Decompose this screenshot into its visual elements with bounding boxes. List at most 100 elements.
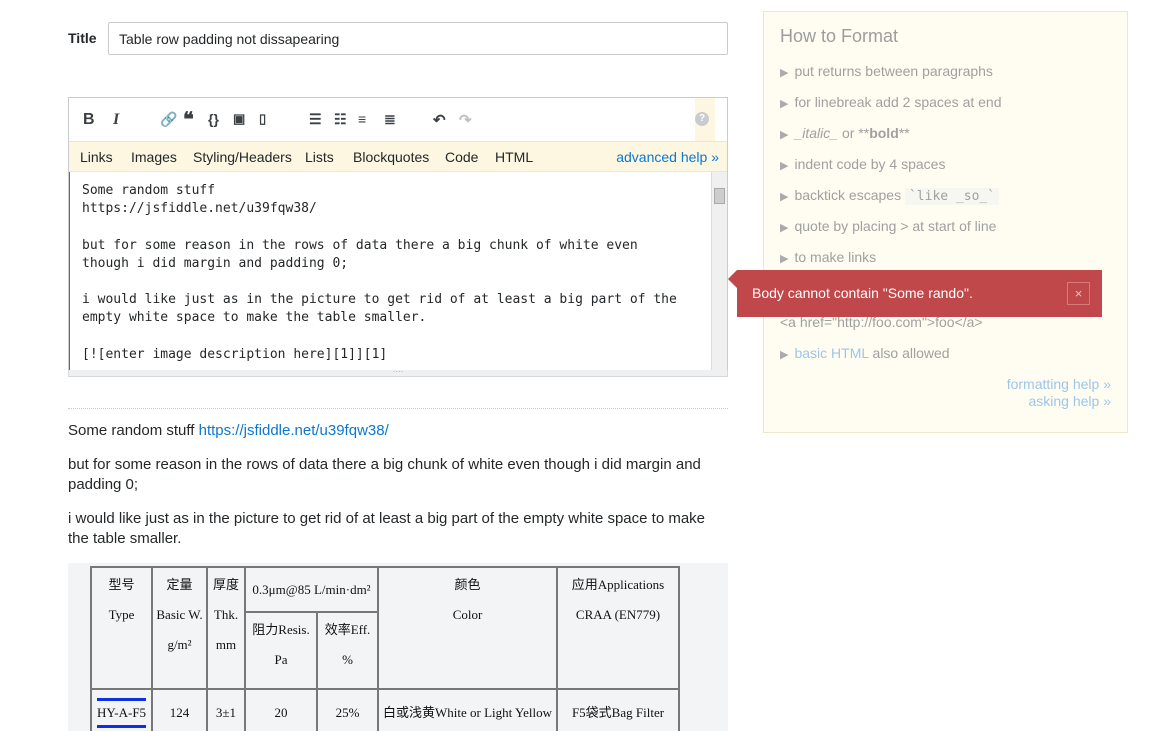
italic-icon[interactable]: I	[113, 111, 119, 129]
text: indent code by 4 spaces	[794, 156, 946, 172]
text: for linebreak add 2 spaces at end	[794, 94, 1002, 110]
text: 定量	[166, 577, 193, 592]
help-html[interactable]: HTML	[495, 149, 533, 165]
format-tip: ▶ basic HTML also allowed	[780, 345, 950, 361]
format-tip: ▶ put returns between paragraphs	[780, 63, 993, 79]
help-lists[interactable]: Lists	[305, 149, 334, 165]
undo-icon[interactable]: ↶	[433, 111, 446, 129]
markdown-editor: B I 🔗 ❝ {} ▣ ▯ ☰ ☷ ≡ ≣ ↶ ↷ ? Links Image…	[68, 97, 728, 371]
snippet-icon[interactable]: ▯	[259, 111, 266, 127]
redo-icon[interactable]: ↷	[459, 111, 472, 129]
formatting-help-link[interactable]: formatting help »	[1007, 376, 1111, 392]
text: 效率Eff.	[324, 622, 371, 637]
help-button[interactable]: ?	[695, 98, 715, 141]
text: HY-A-F5	[96, 698, 147, 728]
table-cell: 型号 Type	[90, 566, 153, 690]
table-cell: 颜色 Color	[377, 566, 558, 690]
horizontal-rule-icon[interactable]: ≣	[384, 111, 396, 128]
title-input[interactable]	[108, 22, 728, 55]
table-cell: 124	[151, 688, 208, 731]
spec-table: 型号 Type 定量 Basic W. g/m² 厚度 Thk. mm 0.3μm@85 …	[90, 566, 680, 731]
text: ▶	[780, 160, 789, 172]
bulleted-list-icon[interactable]: ☷	[334, 111, 347, 128]
text: ▶	[780, 253, 789, 265]
text: Color	[452, 607, 483, 622]
text: CRAA (EN779)	[575, 607, 661, 622]
bold-icon[interactable]: B	[83, 111, 95, 129]
help-links[interactable]: Links	[80, 149, 113, 165]
text: 阻力Resis.	[252, 622, 310, 637]
blockquote-icon[interactable]: ❝	[183, 107, 194, 132]
table-cell: 定量 Basic W. g/m²	[151, 566, 208, 690]
close-icon[interactable]: ×	[1067, 282, 1090, 305]
advanced-help-link[interactable]: advanced help »	[616, 149, 719, 165]
text: g/m²	[167, 637, 192, 652]
scrollbar-thumb[interactable]	[714, 188, 725, 204]
text: ▶	[780, 129, 789, 141]
numbered-list-icon[interactable]: ☰	[309, 111, 322, 128]
format-tip: ▶ to make links	[780, 249, 876, 265]
link-icon[interactable]: 🔗	[160, 111, 177, 128]
help-bar: Links Images Styling/Headers Lists Block…	[69, 141, 727, 172]
table-cell: 应用Applications CRAA (EN779)	[556, 566, 680, 690]
help-code[interactable]: Code	[445, 149, 478, 165]
table-cell: 阻力Resis. Pa	[244, 611, 318, 690]
text: 颜色	[454, 577, 481, 592]
basic-html-link[interactable]: basic HTML	[794, 345, 868, 361]
help-images[interactable]: Images	[131, 149, 177, 165]
preview-link[interactable]: https://jsfiddle.net/u39fqw38/	[199, 422, 389, 439]
text: 型号	[108, 577, 135, 592]
tooltip-arrow	[728, 270, 737, 288]
resize-grip[interactable]: ····	[68, 368, 728, 377]
panel-title: How to Format	[780, 26, 899, 46]
textarea-scrollbar[interactable]	[711, 172, 727, 370]
table-cell: 0.3μm@85 L/min·dm²	[244, 566, 379, 613]
image-icon[interactable]: ▣	[233, 111, 245, 127]
text: Pa	[274, 652, 288, 667]
text: Thk.	[213, 607, 239, 622]
preview-paragraph: Some random stuff https://jsfiddle.net/u…	[68, 421, 728, 441]
asking-help-link[interactable]: asking help »	[1028, 393, 1111, 409]
table-row: HY-A-F5 124 3±1 20 25% 白或浅黄White or Ligh…	[90, 688, 680, 731]
table-cell: 效率Eff.%	[316, 611, 379, 690]
table-cell: HY-A-F5	[90, 688, 153, 731]
how-to-format-panel: How to Format ▶ put returns between parag…	[763, 11, 1128, 433]
text: 应用Applications	[571, 577, 665, 592]
table-cell: 白或浅黄White or Light Yellow	[377, 688, 558, 731]
text: ▶	[780, 222, 789, 234]
preview-paragraph: but for some reason in the rows of data …	[68, 456, 701, 493]
help-blockquotes[interactable]: Blockquotes	[353, 149, 429, 165]
table-cell: 3±1	[206, 688, 246, 731]
text: _italic_	[794, 125, 839, 141]
body-text[interactable]: Some random stuff https://jsfiddle.net/u…	[82, 183, 677, 362]
text: ▶	[780, 349, 789, 361]
format-tip: ▶ indent code by 4 spaces	[780, 156, 945, 172]
help-icon: ?	[695, 112, 709, 126]
preview-divider	[68, 408, 728, 409]
text: **	[858, 125, 870, 141]
text: 厚度	[212, 577, 239, 592]
text: ▶	[780, 67, 789, 79]
text: 型号 Type 定量 Basic W. g/m² 厚度 Thk. mm 0.3μm@85 …	[90, 566, 680, 690]
text: Some random stuff	[68, 422, 199, 439]
text: **	[898, 125, 910, 141]
text: Basic W.	[156, 607, 203, 622]
error-message: Body cannot contain "Some rando".	[752, 285, 973, 301]
text: 型号 Type 定量 Basic W. g/m² 厚度 Thk. mm 0.3μm@85 …	[90, 566, 680, 731]
editor-toolbar: B I 🔗 ❝ {} ▣ ▯ ☰ ☷ ≡ ≣ ↶ ↷ ?	[69, 98, 727, 141]
code-icon[interactable]: {}	[208, 111, 219, 127]
table-cell: F5袋式Bag Filter	[556, 688, 680, 731]
text: put returns between paragraphs	[794, 63, 993, 79]
heading-icon[interactable]: ≡	[358, 111, 366, 127]
text: %	[342, 652, 353, 667]
preview-image: 型号 Type 定量 Basic W. g/m² 厚度 Thk. mm 0.3μm@85 …	[68, 563, 728, 731]
text: ▶	[780, 98, 789, 110]
help-styling[interactable]: Styling/Headers	[193, 149, 292, 165]
text: or	[838, 125, 859, 141]
body-textarea[interactable]: Some random stuff https://jsfiddle.net/u…	[69, 172, 727, 370]
preview-paragraph: i would like just as in the picture to g…	[68, 510, 706, 547]
format-tip: ▶ quote by placing > at start of line	[780, 218, 996, 234]
format-tip: ▶ _italic_ or **bold**	[780, 125, 910, 141]
text: also allowed	[868, 345, 950, 361]
text: mm	[215, 637, 237, 652]
